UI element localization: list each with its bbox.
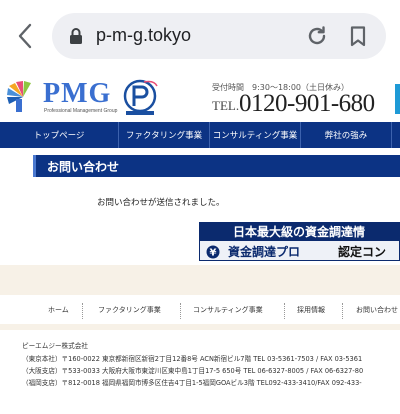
footer-link-contact[interactable]: お問い合わせ [356, 305, 398, 315]
footer-link-factoring[interactable]: ファクタリング事業 [98, 305, 161, 315]
office-tokyo: （東京本社）〒160-0022 東京都新宿区新宿2丁目12番8号 ACN新宿ビル… [22, 355, 363, 363]
office-osaka: （大阪支店）〒533-0033 大阪府大阪市東淀川区東中島1丁目17-5 650… [22, 367, 364, 375]
page-title-bar: お問い合わせ [33, 155, 400, 177]
nav-item-overflow[interactable] [392, 122, 400, 148]
confirmation-message: お問い合わせが送信されました。 [97, 198, 225, 208]
banner-cert: 認定コン [338, 245, 387, 259]
logo-wordmark[interactable]: PMG [43, 78, 111, 110]
footer-divider [284, 303, 285, 319]
nav-item-strengths[interactable]: 弊社の強み [301, 122, 392, 148]
privacy-mark-icon [122, 78, 158, 116]
page-title: お問い合わせ [47, 160, 120, 174]
site-header: PMG Professional Management Group 受付時間 9… [0, 70, 400, 122]
browser-toolbar: p-m-g.tokyo [0, 0, 400, 70]
funding-pro-banner[interactable]: 日本最大級の資金調達情 ¥ 資金調達プロ 認定コン [199, 222, 400, 261]
global-nav: トップページ ファクタリング事業 コンサルティング事業 弊社の強み [0, 122, 400, 148]
nav-item-factoring[interactable]: ファクタリング事業 [119, 122, 210, 148]
pmg-logo-icon[interactable] [6, 80, 40, 114]
logo-subtitle: Professional Management Group [44, 108, 118, 114]
svg-text:¥: ¥ [210, 248, 217, 259]
lock-icon [69, 27, 83, 45]
header-accent-bar [395, 84, 400, 114]
office-fukuoka: （福岡支店）〒812-0018 福岡県福岡市博多区住吉4丁目1-5福岡GOAビル… [22, 379, 362, 387]
footer-link-home[interactable]: ホーム [48, 305, 69, 315]
phone-number-link[interactable]: 0120-901-680 [239, 90, 375, 118]
tel-label: TEL. [212, 98, 240, 113]
footer-top-band [0, 265, 400, 295]
footer-divider [180, 303, 181, 319]
footer-nav: ホーム ファクタリング事業 コンサルティング事業 採用情報 お問い合わせ [0, 302, 400, 320]
footer-divider [342, 303, 343, 319]
banner-headline: 日本最大級の資金調達情 [233, 225, 366, 239]
banner-brand: 資金調達プロ [228, 245, 301, 259]
url-text[interactable]: p-m-g.tokyo [96, 25, 191, 46]
title-accent [33, 155, 36, 177]
footer-band [0, 324, 400, 330]
footer-divider [82, 303, 83, 319]
address-bar[interactable]: p-m-g.tokyo [52, 13, 386, 59]
company-name: ピーエムジー株式会社 [22, 342, 88, 350]
back-arrow-icon[interactable] [14, 22, 38, 50]
brand-badge-icon: ¥ [206, 244, 220, 259]
nav-item-top[interactable]: トップページ [0, 122, 119, 148]
footer-link-consulting[interactable]: コンサルティング事業 [193, 305, 263, 315]
reload-icon[interactable] [305, 24, 329, 48]
footer-link-recruit[interactable]: 採用情報 [297, 305, 325, 315]
banner-brand-strip: ¥ 資金調達プロ 認定コン [199, 240, 400, 261]
nav-item-consulting[interactable]: コンサルティング事業 [210, 122, 301, 148]
bookmark-icon[interactable] [347, 25, 369, 47]
banner-headline-strip: 日本最大級の資金調達情 [199, 222, 400, 240]
